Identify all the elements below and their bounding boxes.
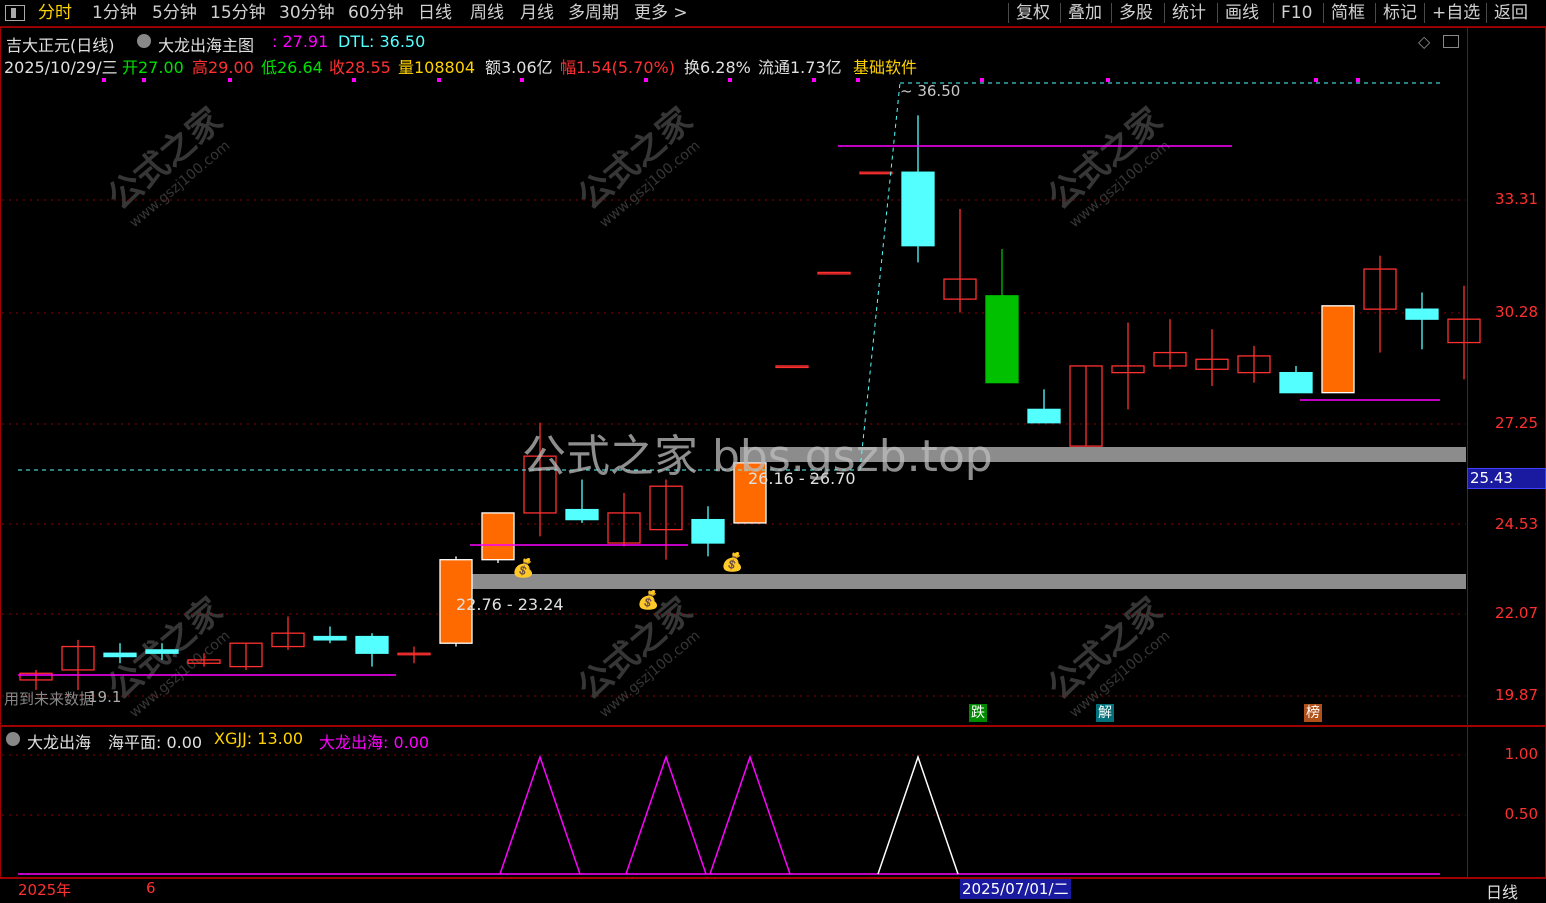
signal-dot: [980, 78, 984, 82]
price-axis-label: 22.07: [1495, 604, 1538, 622]
dlch-value: 大龙出海: 0.00: [319, 733, 430, 752]
candle: [565, 479, 599, 523]
candle: [103, 643, 137, 664]
candle-body: [985, 295, 1019, 384]
price-axis-label: 19.87: [1495, 686, 1538, 704]
candle: [397, 646, 431, 664]
signal-dot: [437, 78, 441, 82]
candle: [1363, 255, 1397, 353]
sub-indicator-toggle-icon[interactable]: [6, 732, 20, 746]
candle: [61, 639, 95, 690]
candle: [313, 626, 347, 644]
price-axis-label: 33.31: [1495, 190, 1538, 208]
signal-dot: [728, 78, 732, 82]
sub-indicator-name[interactable]: 大龙出海: [27, 729, 91, 753]
candle: [145, 643, 179, 660]
price-axis-label: 30.28: [1495, 303, 1538, 321]
candle-body: [775, 365, 809, 369]
candle: [19, 669, 53, 690]
candle: [481, 512, 515, 564]
signal-dot: [644, 78, 648, 82]
future-data-warning: 用到未来数据: [4, 690, 95, 708]
signal-dot: [142, 78, 146, 82]
candle-body: [103, 652, 137, 658]
candle: [355, 633, 389, 667]
candle-body: [1321, 305, 1355, 394]
time-year: 2025年: [18, 881, 72, 899]
candle: [1405, 292, 1439, 350]
signal-dot: [812, 78, 816, 82]
candle-body: [901, 171, 935, 247]
signal-dot: [352, 78, 356, 82]
candle: [691, 506, 725, 557]
sub-axis-label: 0.50: [1504, 805, 1538, 823]
peak-label: ~ 36.50: [900, 82, 961, 100]
time-cursor: 2025/07/01/二: [960, 879, 1071, 899]
candle: [1153, 319, 1187, 370]
signal-dot: [1314, 78, 1318, 82]
candle-body: [1027, 408, 1061, 424]
candle: [607, 492, 641, 547]
signal-dot: [520, 78, 524, 82]
candle-body: [481, 512, 515, 561]
sub-axis-label: 1.00: [1504, 745, 1538, 763]
money-bag-icon[interactable]: 💰: [721, 552, 743, 573]
signal-dot: [1106, 78, 1110, 82]
candle-body: [859, 171, 893, 175]
dashed-trend-line: [859, 82, 901, 471]
candle-body: [565, 508, 599, 521]
bottom-number: 19.1: [88, 688, 122, 706]
price-axis-label: 24.53: [1495, 515, 1538, 533]
candle: [187, 653, 221, 667]
time-period: 日线: [1486, 883, 1519, 902]
event-tag-fall[interactable]: 跌: [969, 704, 987, 722]
money-bag-icon[interactable]: 💰: [637, 590, 659, 611]
candle: [1321, 305, 1355, 394]
candle: [1111, 322, 1145, 410]
lower-zone-label: 22.76 - 23.24: [456, 595, 564, 614]
candle: [817, 271, 851, 275]
candle: [943, 208, 977, 313]
candle: [1027, 389, 1061, 424]
candle: [1279, 365, 1313, 394]
candle-body: [691, 518, 725, 544]
candle-body: [1405, 308, 1439, 320]
candle: [1237, 345, 1271, 383]
candle: [859, 171, 893, 175]
support-band: [452, 574, 1466, 589]
signal-dot: [228, 78, 232, 82]
candle: [901, 115, 935, 263]
time-axis: [0, 878, 1546, 901]
xgjj-value: XGJJ: 13.00: [214, 729, 304, 748]
candle: [775, 365, 809, 369]
money-bag-icon[interactable]: 💰: [512, 558, 534, 579]
candle-body: [145, 649, 179, 654]
signal-dot: [856, 78, 860, 82]
time-month: 6: [146, 879, 156, 897]
event-tag-unlock[interactable]: 解: [1096, 704, 1114, 722]
candle: [229, 642, 263, 670]
candle: [271, 616, 305, 650]
candle: [1447, 285, 1481, 380]
candle-body: [313, 635, 347, 641]
site-overlay-text: 公式之家 bbs.gszb.top: [522, 431, 993, 482]
candle: [1195, 329, 1229, 386]
price-axis-label: 27.25: [1495, 414, 1538, 432]
candle-body: [1279, 371, 1313, 394]
candle-body: [817, 271, 851, 275]
candle: [649, 479, 683, 560]
signal-dot: [1356, 78, 1360, 82]
current-price-label: 25.43: [1470, 469, 1513, 487]
candle: [985, 249, 1019, 384]
indicator-panel: [0, 726, 1468, 878]
candle-body: [355, 635, 389, 654]
event-tag-list[interactable]: 榜: [1304, 704, 1322, 722]
signal-dot: [102, 78, 106, 82]
candle: [1069, 365, 1103, 447]
sea-level-value: 海平面: 0.00: [108, 733, 203, 752]
